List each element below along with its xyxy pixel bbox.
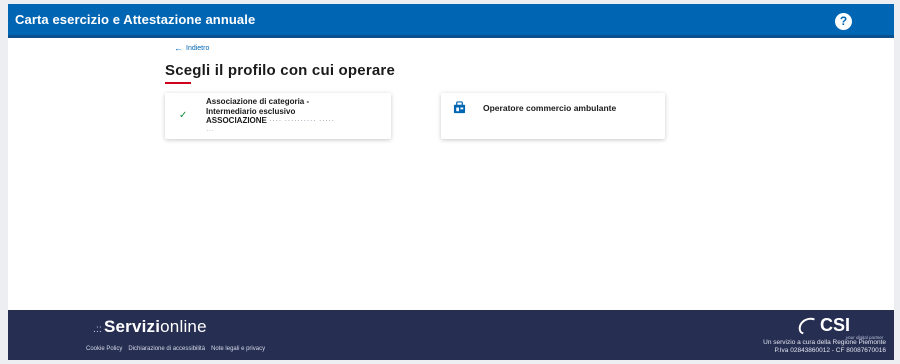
accessibility-link[interactable]: Dichiarazione di accessibilità	[128, 346, 205, 352]
profile-org-redacted: ···· ·········· ·····	[269, 116, 335, 125]
footer-info: Un servizio a cura della Regione Piemont…	[763, 339, 886, 355]
profile-card-text: Associazione di categoria - Intermediari…	[206, 97, 335, 135]
back-link[interactable]: ← Indietro	[174, 44, 209, 53]
profile-org-line: ASSOCIAZIONE ···· ·········· ·····	[206, 116, 335, 126]
arrow-left-icon: ←	[174, 43, 183, 53]
footer-info-line2: P.Iva 02843860012 - CF 80087670016	[774, 347, 886, 354]
csi-logo[interactable]: CSI your digital partner	[795, 314, 888, 340]
back-label: Indietro	[186, 45, 210, 52]
profile-card-associazione[interactable]: ✓ Associazione di categoria - Intermedia…	[165, 93, 391, 139]
app-title: Carta esercizio e Attestazione annuale	[15, 12, 256, 27]
cookie-policy-link[interactable]: Cookie Policy	[86, 346, 122, 352]
page-title: Scegli il profilo con cui operare	[165, 62, 395, 79]
profile-role-line1: Associazione di categoria -	[206, 97, 310, 106]
footer: .:: Servizionline Cookie Policy Dichiaraz…	[8, 310, 894, 360]
main-content: ← Indietro Scegli il profilo con cui ope…	[8, 38, 894, 310]
servizi-online-logo[interactable]: .:: Servizionline	[93, 317, 207, 337]
shop-icon	[453, 101, 466, 114]
help-icon[interactable]: ?	[835, 13, 852, 30]
title-underline	[165, 82, 191, 84]
csi-swoosh-icon	[795, 314, 823, 338]
csi-logo-text: CSI	[820, 315, 851, 335]
logo-strong: Servizi	[103, 317, 161, 336]
legal-privacy-link[interactable]: Note legali e privacy	[211, 346, 265, 352]
profile-role-line2: Intermediario esclusivo	[206, 106, 296, 116]
footer-links: Cookie Policy Dichiarazione di accessibi…	[86, 346, 265, 352]
check-icon: ✓	[179, 110, 188, 121]
profile-card-label: Operatore commercio ambulante	[483, 103, 617, 113]
profile-org-prefix: ASSOCIAZIONE	[206, 116, 267, 125]
profile-card-operatore[interactable]: Operatore commercio ambulante	[441, 93, 665, 139]
footer-info-line1: Un servizio a cura della Regione Piemont…	[763, 339, 886, 346]
logo-light: online	[160, 317, 207, 336]
app-header: Carta esercizio e Attestazione annuale ?	[8, 4, 894, 38]
logo-dots: .::	[93, 324, 102, 335]
profile-org-redacted-line2: ···	[206, 125, 214, 135]
